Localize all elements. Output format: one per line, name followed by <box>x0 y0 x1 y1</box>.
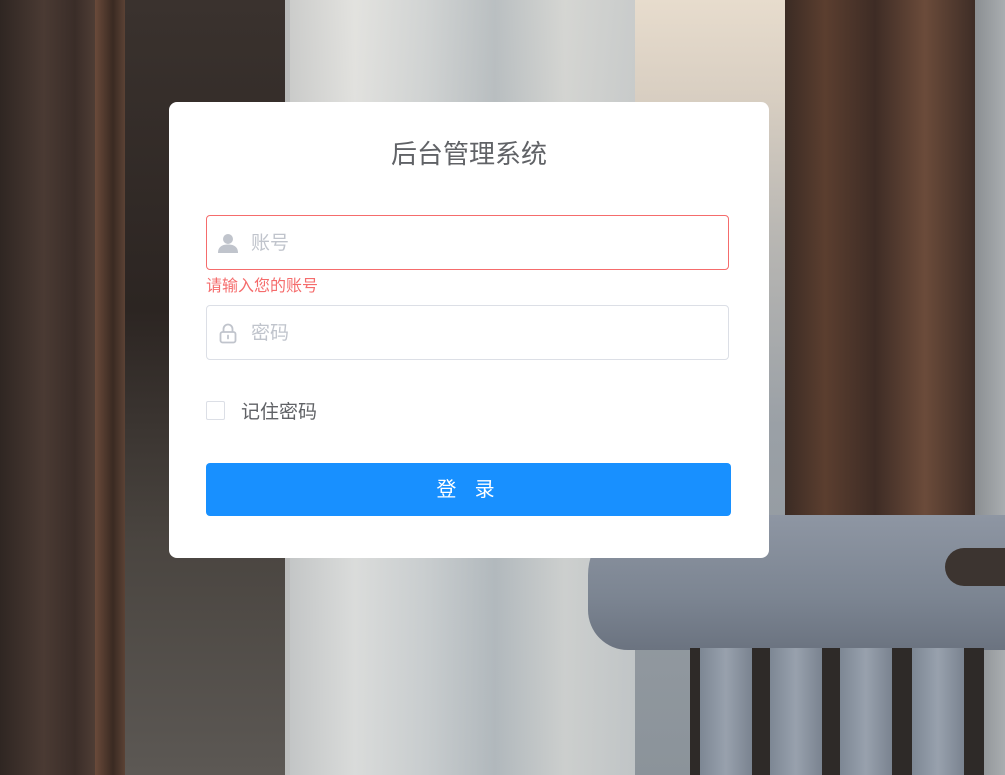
lock-icon <box>217 322 239 344</box>
remember-label[interactable]: 记住密码 <box>241 397 317 424</box>
remember-password[interactable]: 记住密码 <box>206 397 317 424</box>
password-field[interactable] <box>206 305 729 360</box>
password-input[interactable] <box>251 306 711 359</box>
remember-checkbox[interactable] <box>206 400 225 420</box>
user-icon <box>217 232 239 254</box>
login-card: 后台管理系统 请输入您的账号 记住密码 登 录 <box>169 102 769 558</box>
account-error-message: 请输入您的账号 <box>206 276 319 295</box>
account-field[interactable] <box>206 215 729 270</box>
account-input[interactable] <box>251 216 711 269</box>
page-title: 后台管理系统 <box>390 140 547 170</box>
login-button[interactable]: 登 录 <box>206 463 731 516</box>
